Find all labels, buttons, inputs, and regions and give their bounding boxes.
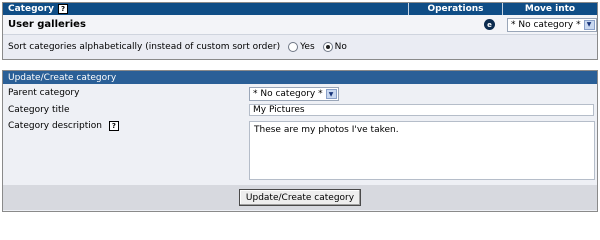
categories-table: Category ? Operations Move into User gal… [2,2,598,60]
operations-cell: e [409,19,503,30]
category-name: User galleries [8,19,86,30]
header-operations: Operations [409,3,503,15]
update-create-panel: Update/Create category Parent category *… [2,70,598,212]
sort-setting-row: Sort categories alphabetically (instead … [3,35,597,59]
move-into-cell: * No category * ▼ [503,17,597,32]
table-header: Category ? Operations Move into [3,3,597,15]
header-category: Category ? [3,3,409,15]
category-title-input[interactable]: My Pictures [249,104,594,116]
help-icon[interactable]: ? [58,4,69,14]
header-move-into: Move into [524,4,576,14]
category-title-label: Category title [8,105,70,115]
sort-no-label[interactable]: No [335,42,347,52]
chevron-down-icon[interactable]: ▼ [583,19,595,30]
chevron-down-icon[interactable]: ▼ [325,89,337,99]
parent-category-value: * No category * [253,89,323,99]
move-into-select[interactable]: * No category * ▼ [507,17,597,32]
form-footer: Update/Create category [3,185,597,210]
sort-setting-label: Sort categories alphabetically (instead … [8,42,281,52]
table-row: User galleries e * No category * ▼ [3,15,597,35]
category-description-textarea[interactable]: These are my photos I've taken. [249,121,595,180]
update-create-button[interactable]: Update/Create category [238,189,362,206]
sort-yes-radio[interactable] [288,42,299,52]
category-description-label: Category description [8,121,103,131]
help-icon[interactable]: ? [108,121,119,131]
edit-icon[interactable]: e [484,19,495,30]
panel-title: Update/Create category [3,71,597,84]
parent-category-select[interactable]: * No category * ▼ [249,87,339,101]
move-into-select-value: * No category * [511,19,581,30]
sort-no-radio[interactable] [322,42,333,52]
parent-category-label: Parent category [8,88,80,98]
header-category-label: Category [8,4,55,14]
sort-yes-label[interactable]: Yes [300,42,315,52]
category-description-label-row: Category description ? [8,121,119,131]
